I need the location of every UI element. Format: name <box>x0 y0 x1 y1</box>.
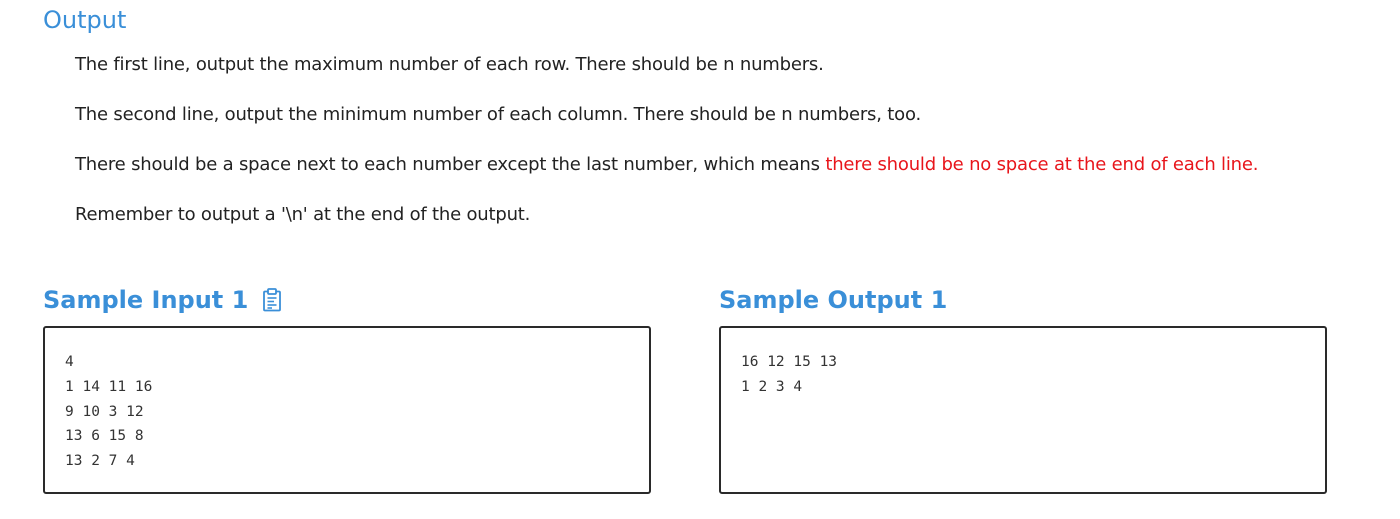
spacing-text: There should be a space next to each num… <box>75 154 826 175</box>
output-description-newline: Remember to output a '\n' at the end of … <box>75 204 531 225</box>
sample-input-heading: Sample Input 1 <box>43 284 282 316</box>
sample-input-box[interactable]: 4 1 14 11 16 9 10 3 12 13 6 15 8 13 2 7 … <box>43 326 651 494</box>
sample-output-content[interactable]: 16 12 15 13 1 2 3 4 <box>741 350 837 400</box>
sample-output-box[interactable]: 16 12 15 13 1 2 3 4 <box>719 326 1327 494</box>
sample-input-title: Sample Input 1 <box>43 286 249 314</box>
sample-output-title: Sample Output 1 <box>719 286 948 314</box>
spacing-warning: there should be no space at the end of e… <box>825 154 1259 175</box>
output-heading: Output <box>43 6 127 34</box>
output-description-spacing: There should be a space next to each num… <box>75 153 1258 177</box>
output-description-line-2: The second line, output the minimum numb… <box>75 104 921 125</box>
output-description-line-1: The first line, output the maximum numbe… <box>75 54 824 75</box>
sample-input-content[interactable]: 4 1 14 11 16 9 10 3 12 13 6 15 8 13 2 7 … <box>65 350 152 474</box>
sample-output-heading: Sample Output 1 <box>719 284 947 316</box>
clipboard-icon[interactable] <box>262 288 282 312</box>
